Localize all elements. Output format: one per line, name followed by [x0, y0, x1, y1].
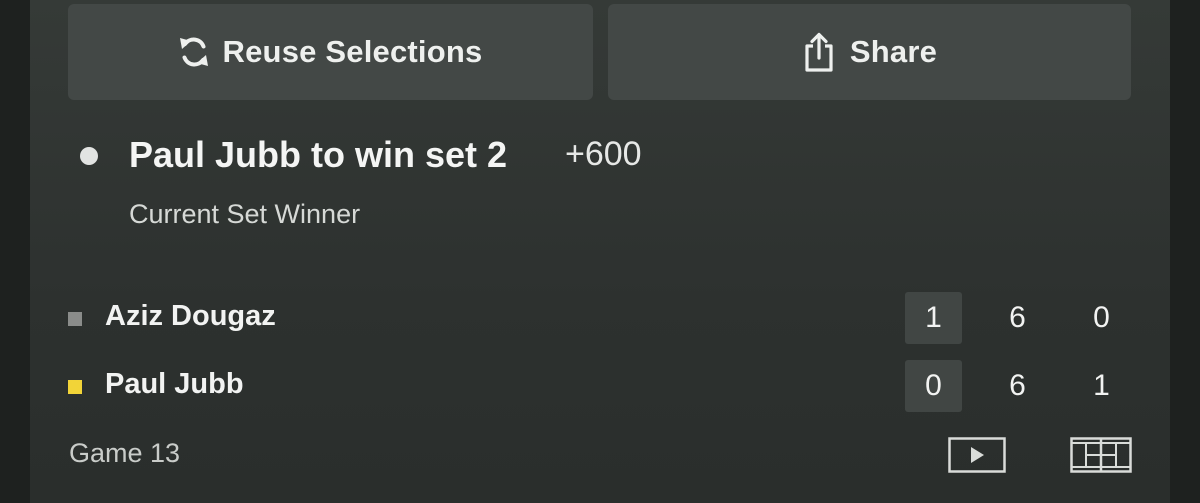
share-icon [802, 31, 836, 73]
play-icon[interactable] [948, 437, 1006, 478]
set-2-score: 6 [1009, 301, 1026, 334]
reuse-selections-label: Reuse Selections [222, 34, 483, 69]
player-row-paul-jubb: Paul Jubb 0 6 1 [30, 360, 1170, 412]
set-1-score: 0 [905, 360, 962, 412]
court-icon[interactable] [1070, 437, 1132, 478]
serving-marker [68, 380, 82, 394]
set-3-score: 1 [1093, 369, 1110, 402]
set-3-score: 0 [1093, 301, 1110, 334]
bet-card: Reuse Selections Share Paul Jubb to win … [30, 0, 1170, 503]
game-status: Game 13 [69, 438, 181, 468]
selection-title: Paul Jubb to win set 2 [129, 134, 508, 175]
selection-odds: +600 [565, 135, 642, 173]
market-name: Current Set Winner [129, 199, 361, 229]
reuse-selections-button[interactable]: Reuse Selections [68, 4, 593, 100]
set-2-score: 6 [1009, 369, 1026, 402]
refresh-icon [179, 35, 209, 69]
share-label: Share [849, 34, 938, 69]
player-name: Paul Jubb [105, 368, 244, 400]
selection-status-dot [80, 147, 98, 165]
player-name: Aziz Dougaz [105, 300, 276, 332]
share-button[interactable]: Share [608, 4, 1131, 100]
player-row-aziz-dougaz: Aziz Dougaz 1 6 0 [30, 292, 1170, 344]
set-1-score: 1 [905, 292, 962, 344]
player-marker [68, 312, 82, 326]
